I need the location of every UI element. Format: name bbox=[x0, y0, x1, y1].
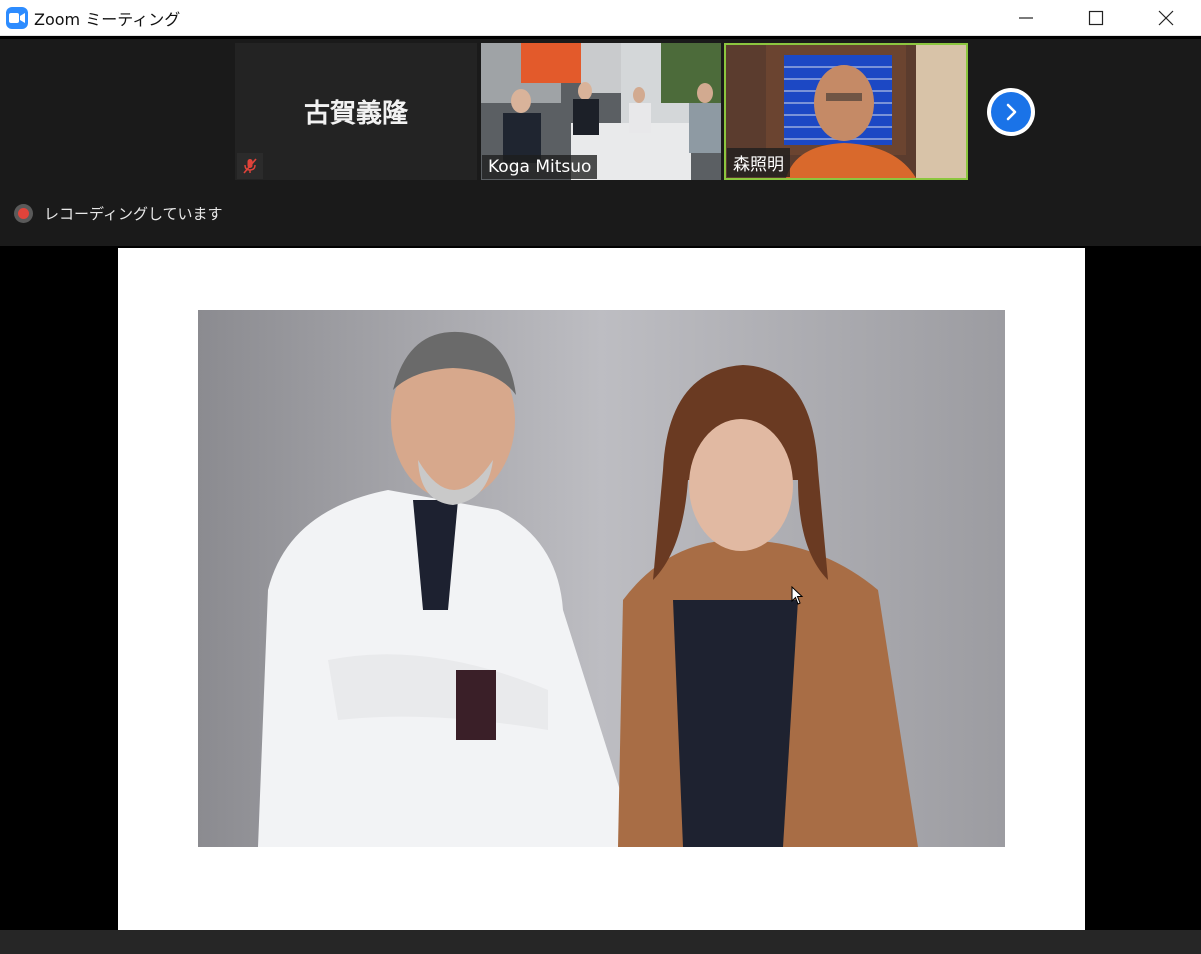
next-page-button[interactable] bbox=[987, 88, 1035, 136]
recording-indicator: レコーディングしています bbox=[14, 203, 223, 224]
participant-strip: 古賀義隆 Koga Mitsuo 森照明 レコーディングしています bbox=[0, 39, 1201, 246]
slide bbox=[118, 248, 1085, 930]
participant-name-label: Koga Mitsuo bbox=[482, 155, 598, 179]
participant-tile[interactable]: 古賀義隆 bbox=[235, 43, 477, 180]
window-titlebar: Zoom ミーティング bbox=[0, 0, 1201, 36]
recording-icon bbox=[14, 204, 33, 223]
participant-name-display: 古賀義隆 bbox=[303, 99, 408, 129]
close-button[interactable] bbox=[1131, 0, 1201, 36]
mouse-cursor-icon bbox=[791, 586, 804, 605]
mic-muted-icon bbox=[237, 153, 263, 179]
meeting-toolbar bbox=[0, 930, 1201, 954]
minimize-button[interactable] bbox=[991, 0, 1061, 36]
recording-label: レコーディングしています bbox=[44, 205, 223, 223]
close-icon bbox=[1158, 10, 1174, 26]
participant-tile[interactable]: Koga Mitsuo bbox=[481, 43, 721, 180]
window-controls bbox=[991, 0, 1201, 36]
maximize-button[interactable] bbox=[1061, 0, 1131, 36]
maximize-icon bbox=[1088, 10, 1104, 26]
photo-image bbox=[198, 310, 1005, 847]
chevron-right-icon bbox=[1006, 103, 1017, 121]
shared-screen bbox=[0, 246, 1201, 930]
slide-photo bbox=[198, 310, 1005, 847]
window-title: Zoom ミーティング bbox=[34, 9, 181, 29]
participant-name-label: 森照明 bbox=[727, 148, 790, 177]
minimize-icon bbox=[1019, 17, 1033, 19]
participant-tile-active-speaker[interactable]: 森照明 bbox=[724, 43, 968, 180]
zoom-camera-icon bbox=[6, 6, 28, 29]
